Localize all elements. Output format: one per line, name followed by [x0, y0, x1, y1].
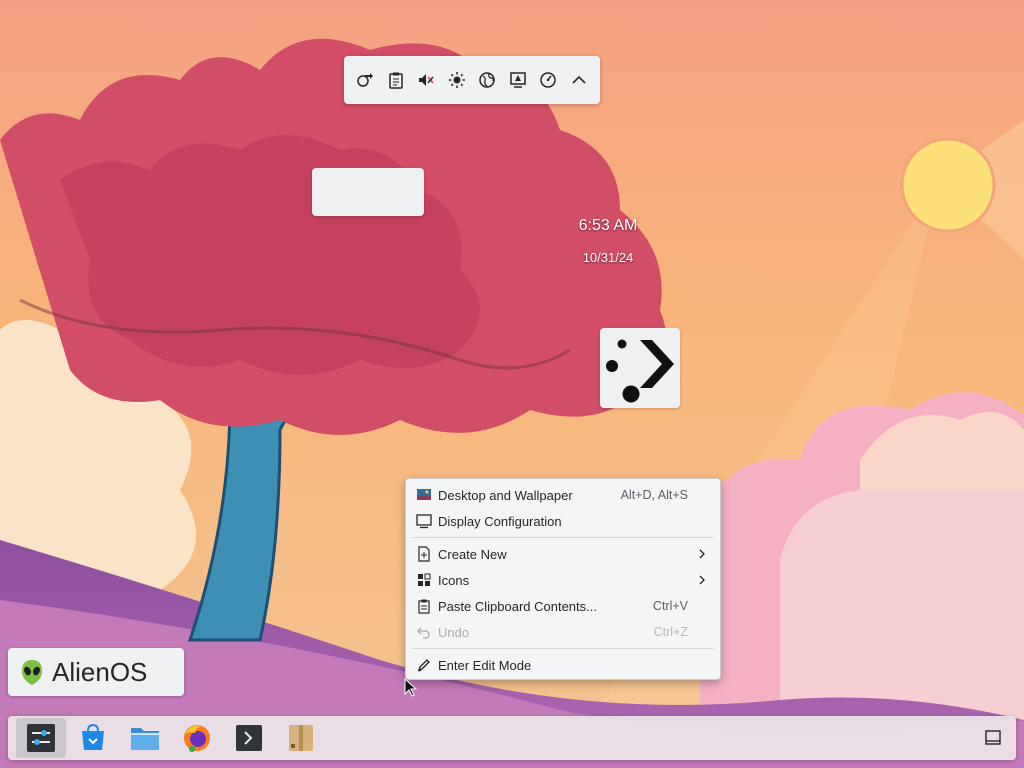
- alien-icon: [22, 660, 42, 685]
- taskbar-store[interactable]: [68, 718, 118, 758]
- monitor-icon: [416, 514, 432, 529]
- undo-icon: [417, 627, 430, 639]
- menu-separator: [412, 537, 714, 538]
- taskbar-firefox[interactable]: [172, 718, 222, 758]
- menu-item-label: Desktop and Wallpaper: [438, 487, 573, 503]
- firefox-app-icon: [184, 725, 210, 752]
- new-file-icon: [418, 546, 430, 562]
- menu-item-paste-clipboard[interactable]: Paste Clipboard Contents... Ctrl+V: [406, 593, 720, 619]
- settings-app-icon: [27, 724, 55, 752]
- menu-item-shortcut: Ctrl+V: [652, 599, 688, 613]
- menu-separator: [412, 648, 714, 649]
- terminal-app-icon: [236, 725, 262, 751]
- clipboard-icon[interactable]: [385, 69, 407, 91]
- menu-item-shortcut: Ctrl+Z: [653, 625, 688, 639]
- taskbar-terminal[interactable]: [224, 718, 274, 758]
- display-icon[interactable]: [507, 69, 529, 91]
- menu-item-create-new[interactable]: Create New: [406, 541, 720, 567]
- globe-icon[interactable]: [476, 69, 498, 91]
- system-tray-popup: [344, 56, 600, 104]
- taskbar-settings[interactable]: [16, 718, 66, 758]
- show-desktop-icon[interactable]: [984, 729, 1002, 747]
- collapse-icon[interactable]: [568, 69, 590, 91]
- launcher-logo-icon: [606, 339, 674, 403]
- desktop-clock[interactable]: 6:53 AM 10/31/24: [560, 216, 656, 266]
- network-icon[interactable]: [354, 69, 376, 91]
- menu-item-enter-edit-mode[interactable]: Enter Edit Mode: [406, 652, 720, 678]
- wallpaper-icon: [417, 489, 431, 500]
- chevron-right-icon: [699, 575, 705, 585]
- chevron-right-icon: [699, 549, 705, 559]
- menu-item-shortcut: Alt+D, Alt+S: [620, 488, 688, 502]
- menu-item-desktop-and-wallpaper[interactable]: Desktop and Wallpaper Alt+D, Alt+S: [406, 482, 720, 508]
- paste-icon: [418, 599, 430, 614]
- menu-item-label: Icons: [438, 572, 470, 588]
- desktop-context-menu: Desktop and Wallpaper Alt+D, Alt+S Displ…: [405, 478, 721, 680]
- menu-item-icons[interactable]: Icons: [406, 567, 720, 593]
- alienos-badge[interactable]: AlienOS: [8, 648, 184, 696]
- menu-item-label: Enter Edit Mode: [438, 657, 532, 673]
- menu-item-label: Create New: [438, 546, 507, 562]
- launcher-widget[interactable]: [600, 328, 680, 408]
- taskbar-archive[interactable]: [276, 718, 326, 758]
- taskbar-files[interactable]: [120, 718, 170, 758]
- mouse-cursor-icon: [404, 678, 418, 697]
- store-app-icon: [82, 723, 104, 750]
- clock-time: 6:53 AM: [578, 217, 638, 234]
- volume-muted-icon[interactable]: [415, 69, 437, 91]
- blank-widget[interactable]: [312, 168, 424, 216]
- help-icon[interactable]: [537, 69, 559, 91]
- menu-item-label: Paste Clipboard Contents...: [438, 598, 597, 614]
- brightness-icon[interactable]: [446, 69, 468, 91]
- pencil-icon: [417, 659, 430, 672]
- archive-app-icon: [289, 725, 313, 751]
- file-manager-app-icon: [131, 728, 159, 750]
- menu-item-label: Undo: [438, 624, 470, 640]
- alienos-label: AlienOS: [52, 656, 148, 687]
- menu-item-display-configuration[interactable]: Display Configuration: [406, 508, 720, 534]
- clock-date: 10/31/24: [582, 250, 634, 265]
- menu-item-label: Display Configuration: [438, 513, 562, 529]
- desktop[interactable]: 6:53 AM 10/31/24 AlienOS Desktop and Wal…: [0, 0, 1024, 768]
- grid-icon: [418, 573, 431, 586]
- taskbar: [8, 716, 1016, 760]
- menu-item-undo[interactable]: Undo Ctrl+Z: [406, 619, 720, 645]
